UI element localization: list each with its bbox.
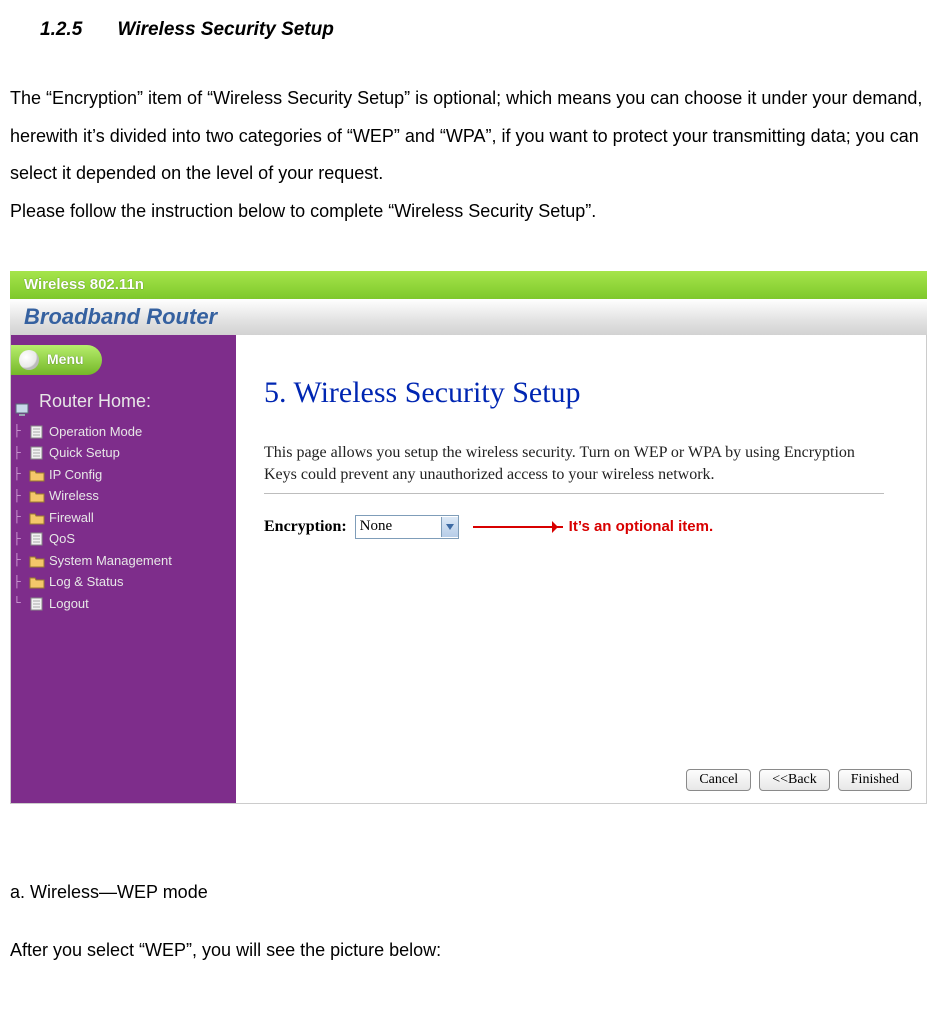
sidebar-item-firewall[interactable]: ├ Firewall — [13, 507, 236, 529]
subsection-a: a. Wireless—WEP mode — [10, 874, 927, 912]
step-description: This page allows you setup the wireless … — [264, 442, 884, 485]
sidebar-item-label: IP Config — [49, 465, 102, 485]
tree-line-icon: ├ — [13, 509, 25, 526]
main-panel: 5. Wireless Security Setup This page all… — [236, 335, 926, 803]
button-bar: Cancel <<Back Finished — [686, 769, 912, 791]
menu-label: Menu — [47, 345, 84, 374]
sidebar-item-quick-setup[interactable]: ├ Quick Setup — [13, 442, 236, 464]
tree-line-icon: ├ — [13, 574, 25, 591]
sidebar-item-label: Operation Mode — [49, 422, 142, 442]
tree-line-icon: ├ — [13, 552, 25, 569]
tree-line-icon: ├ — [13, 531, 25, 548]
sidebar-item-wireless[interactable]: ├ Wireless — [13, 485, 236, 507]
section-number: 1.2.5 — [10, 19, 82, 40]
sidebar-item-logout[interactable]: └ Logout — [13, 593, 236, 615]
arrow-icon — [473, 526, 563, 528]
router-screenshot: Wireless 802.11n Broadband Router Menu R… — [10, 271, 927, 804]
divider — [264, 493, 884, 494]
sidebar-item-label: QoS — [49, 529, 75, 549]
section-title: Wireless Security Setup — [118, 19, 334, 40]
folder-icon — [29, 511, 45, 525]
annotation-text: It’s an optional item. — [569, 511, 713, 543]
sidebar-item-operation-mode[interactable]: ├ Operation Mode — [13, 421, 236, 443]
folder-icon — [29, 554, 45, 568]
router-home[interactable]: Router Home: — [11, 383, 236, 421]
finished-button[interactable]: Finished — [838, 769, 912, 791]
sidebar-item-label: Wireless — [49, 486, 99, 506]
sidebar: Menu Router Home: ├ Operation Mode ├ Quick … — [11, 335, 236, 803]
tree-line-icon: ├ — [13, 423, 25, 440]
encryption-select[interactable]: None — [355, 515, 459, 539]
encryption-label: Encryption: — [264, 510, 347, 544]
annotation: It’s an optional item. — [473, 511, 713, 543]
cancel-button[interactable]: Cancel — [686, 769, 751, 791]
tree-line-icon: ├ — [13, 488, 25, 505]
folder-icon — [29, 468, 45, 482]
product-title: Broadband Router — [10, 299, 927, 335]
tree-line-icon: ├ — [13, 445, 25, 462]
sidebar-item-system-management[interactable]: ├ System Management — [13, 550, 236, 572]
sidebar-item-label: Logout — [49, 594, 89, 614]
after-line: After you select “WEP”, you will see the… — [10, 932, 927, 970]
folder-icon — [29, 489, 45, 503]
sidebar-item-qos[interactable]: ├ QoS — [13, 528, 236, 550]
file-icon — [29, 446, 45, 460]
intro-para-1: The “Encryption” item of “Wireless Secur… — [10, 80, 927, 193]
intro-para-2: Please follow the instruction below to c… — [10, 193, 927, 231]
file-icon — [29, 425, 45, 439]
computer-icon — [15, 394, 31, 410]
sidebar-item-label: Quick Setup — [49, 443, 120, 463]
encryption-value: None — [360, 511, 393, 543]
file-icon — [29, 597, 45, 611]
section-heading: 1.2.5 Wireless Security Setup — [10, 10, 927, 50]
sidebar-item-label: Firewall — [49, 508, 94, 528]
step-title: 5. Wireless Security Setup — [264, 361, 916, 424]
back-button[interactable]: <<Back — [759, 769, 830, 791]
sidebar-item-log-status[interactable]: ├ Log & Status — [13, 571, 236, 593]
tree-line-icon: ├ — [13, 466, 25, 483]
sidebar-item-ip-config[interactable]: ├ IP Config — [13, 464, 236, 486]
sidebar-item-label: System Management — [49, 551, 172, 571]
file-icon — [29, 532, 45, 546]
menu-tab: Menu — [11, 345, 102, 375]
chevron-down-icon — [441, 517, 458, 537]
tree-line-icon: └ — [13, 595, 25, 612]
folder-icon — [29, 575, 45, 589]
router-home-label: Router Home: — [39, 391, 151, 411]
sidebar-item-label: Log & Status — [49, 572, 123, 592]
